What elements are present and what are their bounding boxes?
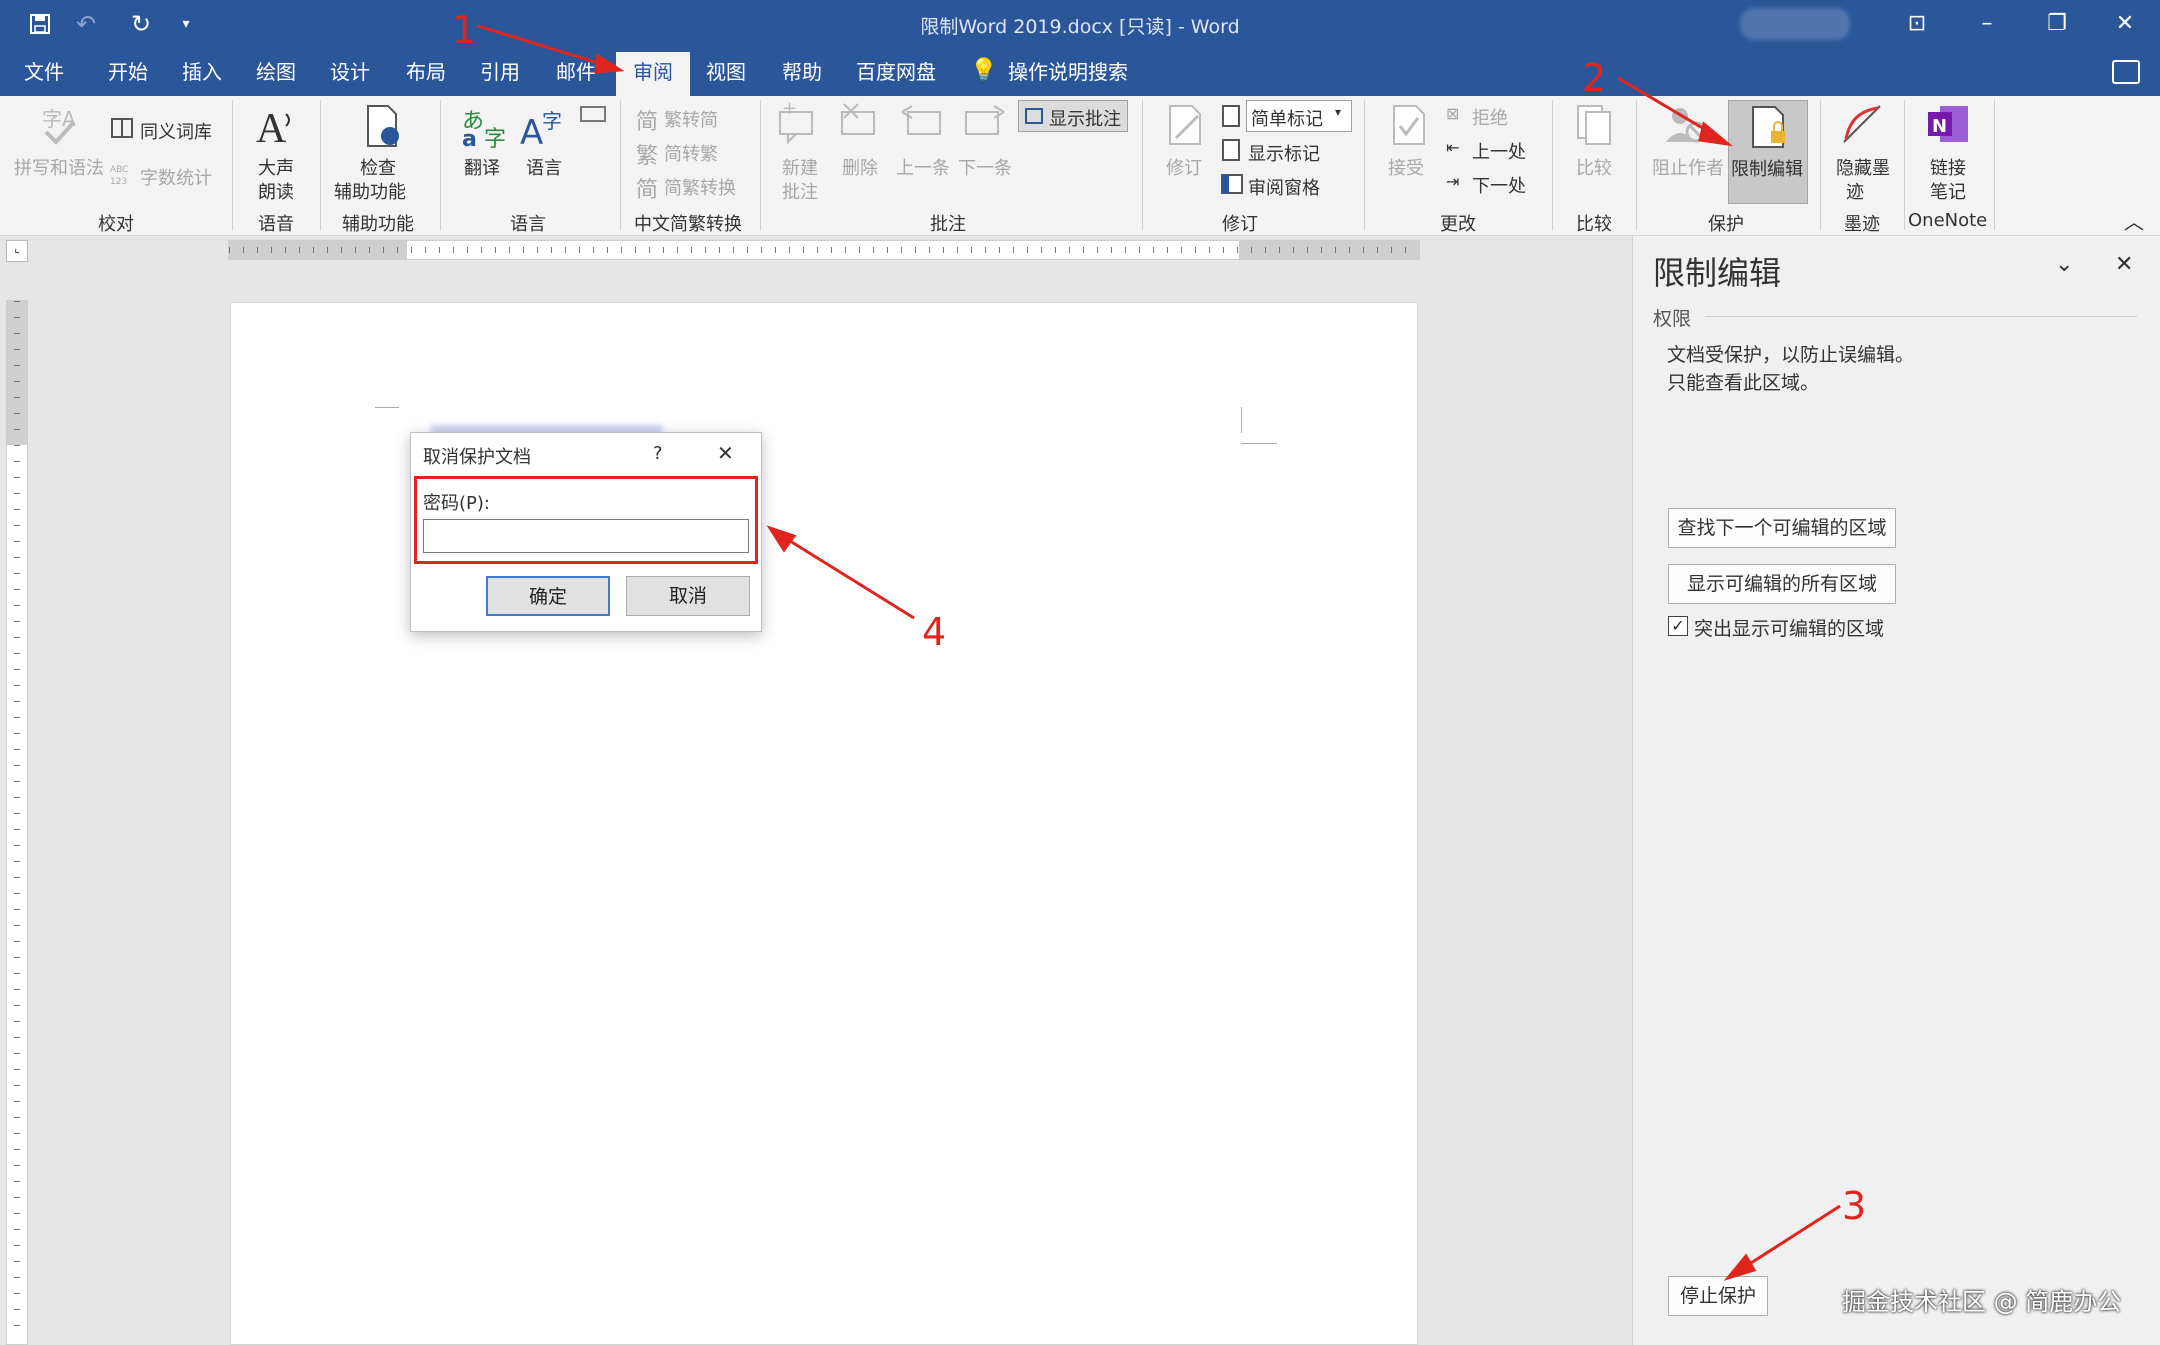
annotation-number-3: 3: [1842, 1184, 1867, 1228]
annotation-arrows: [477, 24, 1841, 1281]
watermark: 掘金技术社区 @ 简鹿办公: [1842, 1288, 2122, 1316]
word-window: ↶ ↻ ▾ 限制Word 2019.docx [只读] - Word ⊡ – ❐…: [0, 0, 2160, 1345]
annotation-number-2: 2: [1582, 56, 1607, 100]
annotation-number-4: 4: [922, 610, 947, 654]
annotation-number-1: 1: [452, 8, 477, 52]
